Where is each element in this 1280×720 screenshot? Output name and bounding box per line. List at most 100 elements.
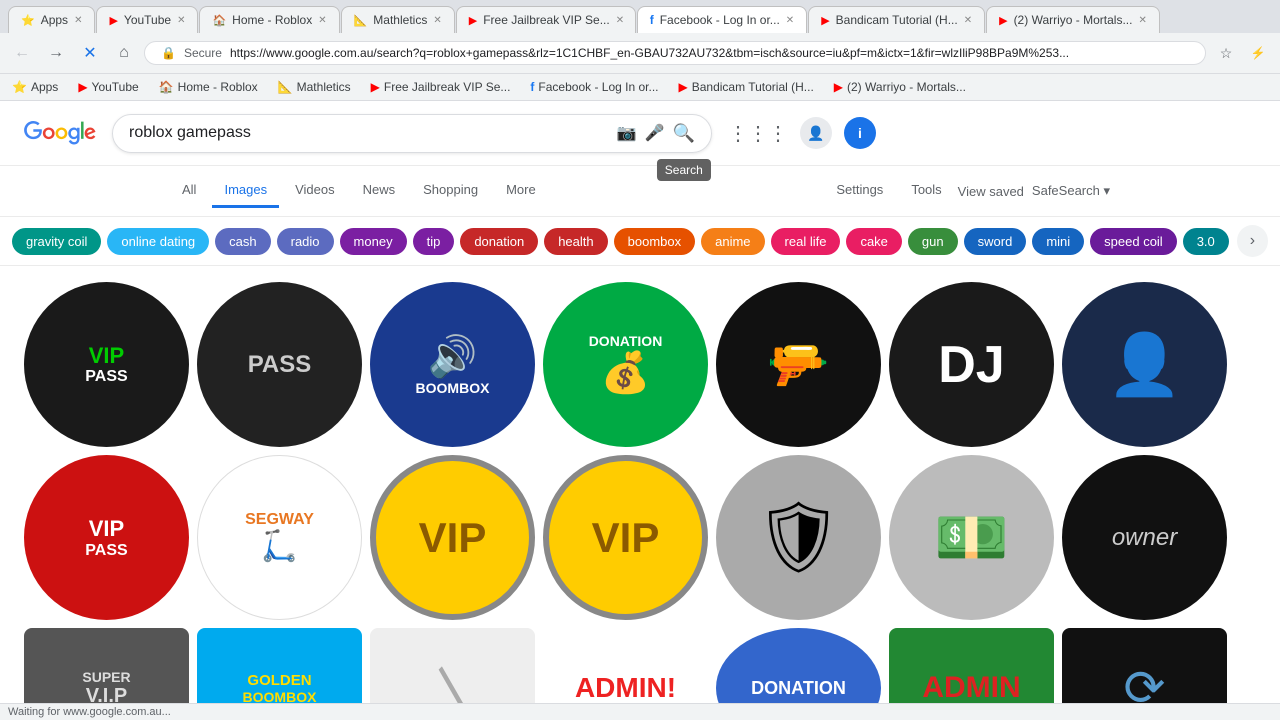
tab-apps-close[interactable]: ✕ [74,15,82,26]
search-tab-more[interactable]: More [494,174,548,208]
search-tab-videos[interactable]: Videos [283,174,347,208]
tab-warriyo[interactable]: ▶ (2) Warriyo - Mortals... ✕ [986,6,1160,33]
back-button[interactable]: ← [8,39,36,67]
image-donation-blue[interactable]: DONATION [716,628,881,711]
image-admin-green[interactable]: ADMIN [889,628,1054,711]
settings-link[interactable]: Settings [824,174,895,208]
tab-roblox-close[interactable]: ✕ [318,15,326,26]
tab-yt-close[interactable]: ✕ [177,15,185,26]
image-vip-pass-green[interactable]: VIP PASS [24,282,189,447]
filter-chip-online-dating[interactable]: online dating [107,228,209,255]
image-gun-black[interactable]: 🔫 [716,282,881,447]
bookmark-apps[interactable]: ⭐ Apps [8,78,62,96]
nav-right-buttons: ☆ ⚡ [1212,39,1272,67]
filter-chip-real-life[interactable]: real life [771,228,841,255]
bookmark-star-icon[interactable]: ☆ [1212,39,1240,67]
image-vip-yellow-2[interactable]: VIP [543,455,708,620]
filter-chip-cash[interactable]: cash [215,228,270,255]
image-white-circle[interactable]: / [370,628,535,711]
forward-button[interactable]: → [42,39,70,67]
image-swirly[interactable]: ⟳ [1062,628,1227,711]
filter-chip-radio[interactable]: radio [277,228,334,255]
tab-apps[interactable]: ⭐ Apps ✕ [8,6,95,33]
home-button[interactable]: ⌂ [110,39,138,67]
image-money[interactable]: 💵 [889,455,1054,620]
filter-chip-donation[interactable]: donation [460,228,538,255]
tab-fb-close[interactable]: ✕ [786,15,794,26]
microphone-icon[interactable]: 🎤 [645,123,665,143]
image-admin-red[interactable]: ADMIN! [543,628,708,711]
filter-chip-anime[interactable]: anime [701,228,764,255]
filter-chip-tip[interactable]: tip [413,228,455,255]
filter-chip-boombox[interactable]: boombox [614,228,695,255]
extensions-icon[interactable]: ⚡ [1244,39,1272,67]
filter-chip-cake[interactable]: cake [846,228,901,255]
search-tab-news[interactable]: News [351,174,408,208]
image-pass-dark[interactable]: PASS [197,282,362,447]
tab-facebook[interactable]: f Facebook - Log In or... ✕ [637,6,807,33]
search-input[interactable] [129,124,605,142]
google-apps-icon[interactable]: ⋮⋮⋮ [728,121,788,146]
filter-scroll-right-icon[interactable]: › [1237,225,1268,257]
dj-label: DJ [938,335,1004,395]
image-roblox-char[interactable]: 👤 [1062,282,1227,447]
bookmark-mathletics[interactable]: 📐 Mathletics [274,78,355,96]
tools-link[interactable]: Tools [899,174,953,208]
search-button[interactable]: 🔍 [673,123,695,144]
filter-chip-health[interactable]: health [544,228,607,255]
vip-pass-red-content: VIP PASS [85,516,127,560]
vip-text: VIP [85,344,127,368]
filter-chip-money[interactable]: money [340,228,407,255]
image-row-1: VIP PASS PASS 🔊 BOOMBOX DONATION 💰 [12,274,1268,455]
safe-search-link[interactable]: SafeSearch ▾ [1032,183,1110,199]
browser-chrome: ⭐ Apps ✕ ▶ YouTube ✕ 🏠 Home - Roblox ✕ 📐… [0,0,1280,101]
image-segway[interactable]: SEGWAY 🛴 [197,455,362,620]
search-nav: All Images Videos News Shopping More Set… [0,166,1280,217]
bookmark-youtube[interactable]: ▶ YouTube [74,78,142,96]
bookmark-facebook[interactable]: f Facebook - Log In or... [526,78,662,96]
image-vip-pass-red[interactable]: VIP PASS [24,455,189,620]
user-avatar[interactable]: i [844,117,876,149]
image-boombox-blue[interactable]: 🔊 BOOMBOX [370,282,535,447]
search-tab-shopping[interactable]: Shopping [411,174,490,208]
tab-mathletics[interactable]: 📐 Mathletics ✕ [341,6,455,33]
bookmark-jailbreak[interactable]: ▶ Free Jailbreak VIP Se... [367,78,515,96]
bookmark-bandicam[interactable]: ▶ Bandicam Tutorial (H... [675,78,818,96]
tab-bandicam[interactable]: ▶ Bandicam Tutorial (H... ✕ [808,6,985,33]
account-icon[interactable]: 👤 [800,117,832,149]
filter-chip-mini[interactable]: mini [1032,228,1084,255]
tab-bandi-close[interactable]: ✕ [964,15,972,26]
search-bar[interactable]: 📷 🎤 🔍 Search [112,114,712,153]
tab-math-favicon: 📐 [354,14,368,27]
address-bar[interactable]: 🔒 Secure https://www.google.com.au/searc… [144,41,1206,65]
image-dj-black[interactable]: DJ [889,282,1054,447]
image-vip-yellow-1[interactable]: VIP [370,455,535,620]
reload-button[interactable]: ✕ [76,39,104,67]
tab-jail-close[interactable]: ✕ [616,15,624,26]
image-owner[interactable]: owner [1062,455,1227,620]
image-shield-gold[interactable]: 🛡 [716,455,881,620]
view-saved-link[interactable]: View saved [958,184,1024,199]
filter-chip-3.0[interactable]: 3.0 [1183,228,1229,255]
search-tab-images[interactable]: Images [212,174,279,208]
filter-chip-speed-coil[interactable]: speed coil [1090,228,1177,255]
tab-warr-close[interactable]: ✕ [1138,15,1146,26]
search-tab-all[interactable]: All [170,174,208,208]
filter-chip-gun[interactable]: gun [908,228,958,255]
tab-youtube[interactable]: ▶ YouTube ✕ [96,6,198,33]
header-right-links: View saved SafeSearch ▾ [958,183,1110,199]
tab-free-jailbreak[interactable]: ▶ Free Jailbreak VIP Se... ✕ [456,6,636,33]
tab-math-close[interactable]: ✕ [433,15,441,26]
image-super-vip[interactable]: SUPER V.I.P [24,628,189,711]
bookmark-warriyo[interactable]: ▶ (2) Warriyo - Mortals... [830,78,970,96]
camera-icon[interactable]: 📷 [617,123,637,143]
super-vip-content: SUPER V.I.P [82,669,130,708]
bookmark-roblox[interactable]: 🏠 Home - Roblox [155,78,262,96]
google-header: 📷 🎤 🔍 Search ⋮⋮⋮ 👤 i [0,101,1280,166]
image-donation-green[interactable]: DONATION 💰 [543,282,708,447]
bookmark-yt-icon: ▶ [78,80,87,94]
image-golden-boombox[interactable]: GOLDEN BOOMBOX [197,628,362,711]
tab-home-roblox[interactable]: 🏠 Home - Roblox ✕ [199,6,339,33]
filter-chip-sword[interactable]: sword [964,228,1027,255]
filter-chip-gravity-coil[interactable]: gravity coil [12,228,101,255]
